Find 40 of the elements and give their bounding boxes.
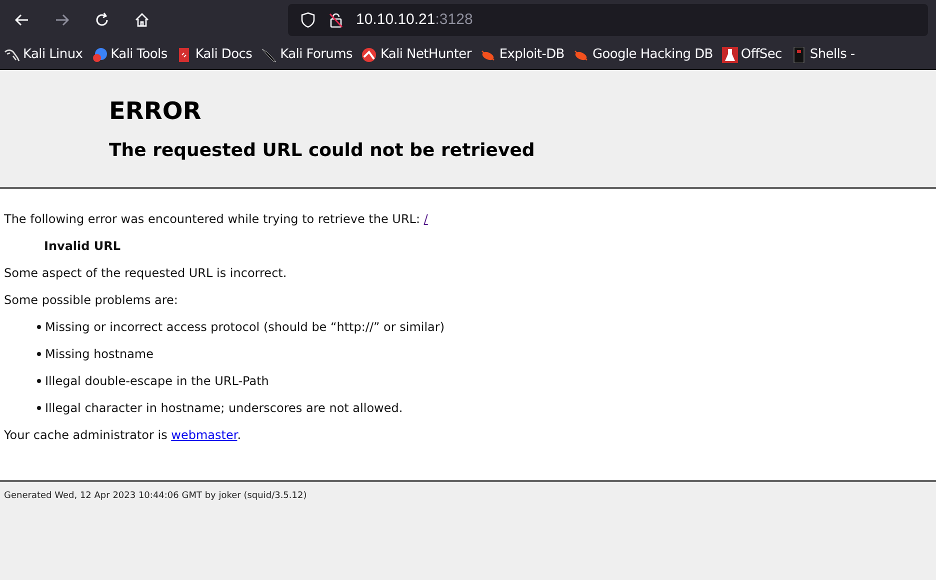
feather-icon xyxy=(261,46,278,62)
bullet-icon xyxy=(37,352,41,356)
bookmark-link[interactable]: Shells - xyxy=(790,44,855,64)
bookmark-link[interactable]: OffSec xyxy=(722,44,782,64)
description-text: Some aspect of the requested URL is incorrect. xyxy=(4,265,288,281)
bookmark-link[interactable]: Kali Tools xyxy=(92,44,168,64)
admin-text: Your cache administrator is webmaster. xyxy=(4,427,242,443)
bookmark-link[interactable]: Kali NetHunter xyxy=(361,44,472,64)
address-bar[interactable]: 10.10.10.21:3128 xyxy=(288,4,928,36)
error-subtitle: The requested URL could not be retrieved xyxy=(109,139,536,163)
footer-text: Generated Wed, 12 Apr 2023 10:44:06 GMT by joker (squid/3.5.12) xyxy=(4,490,308,503)
webmaster-link[interactable]: webmaster xyxy=(171,428,238,442)
insecure-lock-icon xyxy=(328,12,344,28)
nethunter-icon xyxy=(361,46,378,62)
intro-text: The following error was encountered while trying to retrieve the URL: / xyxy=(4,211,429,227)
problem-item: Illegal character in hostname; underscores are not allowed. xyxy=(45,400,403,416)
bookmark-link[interactable]: Kali Forums xyxy=(261,44,352,64)
error-title: ERROR xyxy=(109,96,202,126)
problem-item: Illegal double-escape in the URL-Path xyxy=(45,373,269,389)
problem-item: Missing or incorrect access protocol (should be “http://” or similar) xyxy=(45,319,445,335)
reload-icon xyxy=(94,12,110,28)
shield-icon xyxy=(300,12,316,28)
bullet-icon xyxy=(37,406,41,410)
problems-heading: Some possible problems are: xyxy=(4,292,179,308)
forward-arrow-icon xyxy=(54,12,70,28)
bookmark-link[interactable]: Kali Linux xyxy=(4,44,83,64)
back-arrow-icon xyxy=(14,12,30,28)
shell-icon xyxy=(790,46,807,62)
bookmark-link[interactable]: Google Hacking DB xyxy=(573,44,713,64)
url-text: 10.10.10.21:3128 xyxy=(356,10,473,30)
bullet-icon xyxy=(37,325,41,329)
problem-item: Missing hostname xyxy=(45,346,154,362)
bookmark-link[interactable]: Exploit-DB xyxy=(480,44,564,64)
bullet-icon xyxy=(37,379,41,383)
globe-icon xyxy=(92,46,108,62)
bookmark-link[interactable]: Kali Docs xyxy=(176,44,252,64)
error-name: Invalid URL xyxy=(44,238,122,254)
flask-icon xyxy=(722,46,738,62)
home-icon xyxy=(134,12,150,28)
url-link[interactable]: / xyxy=(424,212,428,226)
